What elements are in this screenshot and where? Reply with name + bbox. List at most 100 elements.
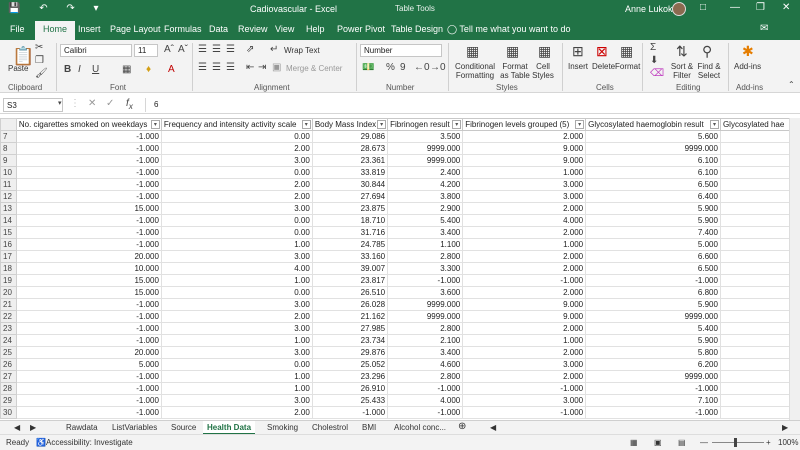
table-cell[interactable]	[719, 142, 800, 155]
decrease-font-icon[interactable]: Aˇ	[178, 44, 188, 55]
bold-icon[interactable]: B	[64, 64, 71, 75]
table-cell[interactable]: 9999.000	[585, 142, 721, 155]
tab-scroll-right-icon[interactable]: ▶	[782, 423, 788, 432]
table-cell[interactable]: 25.052	[311, 358, 389, 371]
table-cell[interactable]: 0.00	[160, 214, 313, 227]
table-cell[interactable]: 0.00	[160, 226, 313, 239]
table-cell[interactable]: 4.00	[160, 262, 313, 275]
table-cell[interactable]: 20.000	[15, 346, 162, 359]
align-right-icon[interactable]: ☰	[226, 62, 235, 73]
sheet-tab-bmi[interactable]: BMI	[362, 423, 376, 432]
table-cell[interactable]: -1.000	[387, 382, 464, 395]
add-sheet-icon[interactable]: ⊕	[458, 421, 466, 432]
filter-dropdown-icon[interactable]: ▾	[301, 120, 311, 129]
zoom-slider-thumb[interactable]	[734, 438, 737, 447]
align-bottom-icon[interactable]: ☰	[226, 44, 235, 55]
table-cell[interactable]: 1.00	[160, 274, 313, 287]
row-number[interactable]: 20	[0, 286, 17, 299]
chevron-down-icon[interactable]: ▾	[58, 99, 62, 107]
close-icon[interactable]: ✕	[782, 2, 790, 13]
tab-data[interactable]: Data	[209, 24, 228, 34]
table-cell[interactable]: 3.000	[462, 190, 587, 203]
table-cell[interactable]: 6.600	[585, 250, 721, 263]
row-number[interactable]: 14	[0, 214, 17, 227]
table-cell[interactable]	[719, 214, 800, 227]
table-cell[interactable]: -1.000	[311, 406, 389, 419]
sheet-tab-listvariables[interactable]: ListVariables	[112, 423, 157, 432]
table-cell[interactable]: 2.000	[462, 262, 587, 275]
table-cell[interactable]: 6.500	[585, 178, 721, 191]
table-cell[interactable]: 2.800	[387, 250, 464, 263]
format-painter-icon[interactable]: 🖌	[35, 68, 48, 79]
find-select-icon[interactable]: ⚲	[702, 43, 712, 60]
table-cell[interactable]: -1.000	[15, 382, 162, 395]
table-cell[interactable]: -1.000	[15, 334, 162, 347]
table-cell[interactable]: 6.500	[585, 262, 721, 275]
addins-button[interactable]: Add-ins	[734, 62, 761, 71]
table-cell[interactable]: 23.361	[311, 154, 389, 167]
cell-styles-icon[interactable]: ▦	[538, 43, 551, 60]
row-number[interactable]: 17	[0, 250, 17, 263]
copy-icon[interactable]: ❐	[35, 55, 44, 66]
column-header[interactable]: No. cigarettes smoked on weekdays ▾	[15, 118, 162, 131]
comma-style-icon[interactable]: 9	[400, 62, 406, 73]
cancel-icon[interactable]: ✕	[88, 98, 96, 109]
table-cell[interactable]: 9.000	[462, 310, 587, 323]
row-number[interactable]: 28	[0, 382, 17, 395]
cell-styles-button[interactable]: Cell Styles	[530, 62, 556, 80]
quick-access-toolbar[interactable]: 💾 ↶ ↷ ▾	[8, 3, 107, 14]
decrease-decimal-icon[interactable]: →0	[430, 62, 446, 73]
conditional-formatting-icon[interactable]: ▦	[466, 43, 479, 60]
sheet-tab-source[interactable]: Source	[171, 423, 196, 432]
table-cell[interactable]: 6.800	[585, 286, 721, 299]
align-left-icon[interactable]: ☰	[198, 62, 207, 73]
table-cell[interactable]: 28.673	[311, 142, 389, 155]
column-header[interactable]: Body Mass Index ▾	[311, 118, 389, 131]
table-cell[interactable]	[719, 190, 800, 203]
table-cell[interactable]: 26.910	[311, 382, 389, 395]
insert-function-icon[interactable]: fx	[126, 98, 133, 111]
row-number[interactable]: 10	[0, 166, 17, 179]
increase-indent-icon[interactable]: ⇥	[258, 62, 266, 73]
table-cell[interactable]: 5.400	[585, 322, 721, 335]
row-number[interactable]: 21	[0, 298, 17, 311]
paste-button[interactable]: Paste	[8, 64, 28, 73]
sheet-tab-smoking[interactable]: Smoking	[267, 423, 298, 432]
table-cell[interactable]: 4.000	[462, 214, 587, 227]
formula-input[interactable]: 6	[145, 98, 795, 112]
sort-filter-button[interactable]: Sort & Filter	[670, 62, 694, 80]
format-cells-button[interactable]: Format	[615, 62, 640, 71]
table-cell[interactable]: 2.000	[462, 130, 587, 143]
table-cell[interactable]: 26.510	[311, 286, 389, 299]
sheet-tab-cholestrol[interactable]: Cholestrol	[312, 423, 348, 432]
table-cell[interactable]: 3.00	[160, 202, 313, 215]
table-cell[interactable]: 1.00	[160, 334, 313, 347]
table-cell[interactable]: 9999.000	[585, 310, 721, 323]
table-cell[interactable]: 7.400	[585, 226, 721, 239]
delete-cells-icon[interactable]: ⊠	[596, 43, 608, 60]
column-header[interactable]: Frequency and intensity activity scale ▾	[160, 118, 313, 131]
sheet-tab-alcohol[interactable]: Alcohol conc...	[394, 423, 446, 432]
tab-table-design[interactable]: Table Design	[391, 24, 443, 34]
row-number[interactable]: 22	[0, 310, 17, 323]
name-box[interactable]: S3	[3, 98, 63, 112]
row-number[interactable]: 29	[0, 394, 17, 407]
table-cell[interactable]: -1.000	[15, 298, 162, 311]
align-middle-icon[interactable]: ☰	[212, 44, 221, 55]
table-cell[interactable]: 33.160	[311, 250, 389, 263]
table-cell[interactable]: -1.000	[15, 226, 162, 239]
table-cell[interactable]: 0.00	[160, 130, 313, 143]
table-cell[interactable]: 23.817	[311, 274, 389, 287]
table-cell[interactable]: 3.00	[160, 322, 313, 335]
table-cell[interactable]: 6.400	[585, 190, 721, 203]
delete-cells-button[interactable]: Delete	[592, 62, 615, 71]
sheet-tab-health-data[interactable]: Health Data	[203, 421, 256, 435]
insert-cells-button[interactable]: Insert	[568, 62, 588, 71]
table-cell[interactable]: 29.876	[311, 346, 389, 359]
table-cell[interactable]	[719, 382, 800, 395]
row-number[interactable]: 24	[0, 334, 17, 347]
tab-home[interactable]: Home	[35, 21, 76, 40]
table-cell[interactable]: 9999.000	[387, 142, 464, 155]
table-cell[interactable]	[719, 130, 800, 143]
table-cell[interactable]: 23.734	[311, 334, 389, 347]
